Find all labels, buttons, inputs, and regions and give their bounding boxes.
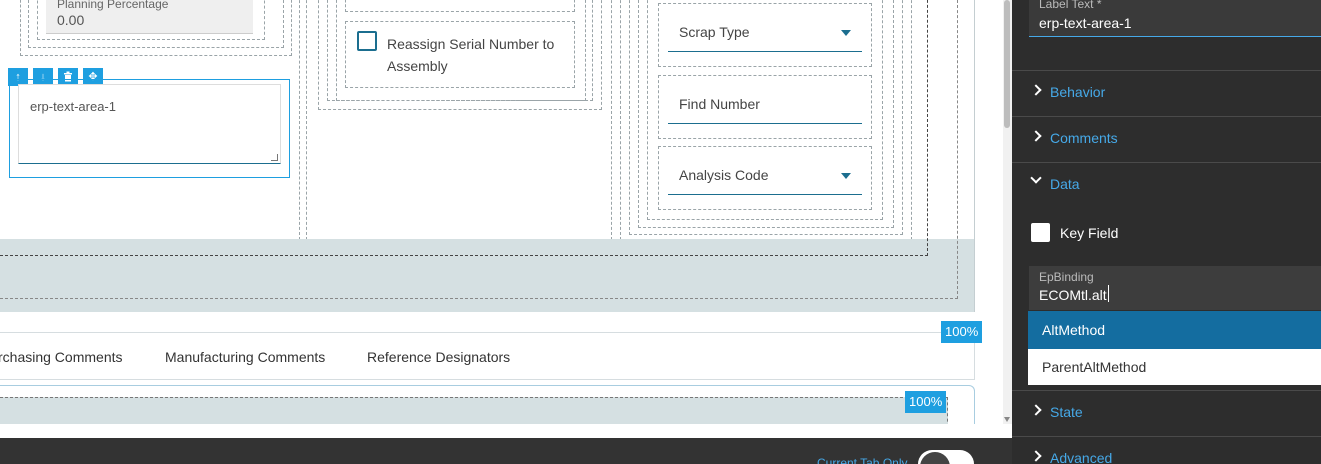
label-text-value: erp-text-area-1 <box>1039 15 1132 31</box>
ep-binding-value: ECOMtl.alt <box>1039 287 1107 303</box>
chevron-right-icon <box>1030 450 1042 462</box>
zoom-badge: 100% <box>905 391 947 413</box>
section-behavior[interactable]: Behavior <box>1012 70 1321 115</box>
section-data[interactable]: Data <box>1012 162 1321 207</box>
container-outline <box>0 0 958 299</box>
label-text-label: Label Text * <box>1039 0 1102 11</box>
chevron-right-icon <box>1030 84 1042 96</box>
section-advanced[interactable]: Advanced <box>1012 436 1321 464</box>
section-state[interactable]: State <box>1012 390 1321 435</box>
suggestion-altmethod[interactable]: AltMethod <box>1028 311 1321 349</box>
zoom-badge: 100% <box>941 321 983 343</box>
suggestion-label: ParentAltMethod <box>1042 359 1147 375</box>
toggle-knob <box>920 452 950 464</box>
spacer <box>0 424 1012 438</box>
current-tab-only-toggle[interactable] <box>918 450 974 464</box>
section-advanced-label: Advanced <box>1050 450 1113 464</box>
design-canvas: Planning Percentage 0.00 ↑ ↓ ✥ erp-text-… <box>0 0 1003 424</box>
label-text-field[interactable]: Label Text * erp-text-area-1 <box>1029 0 1321 37</box>
chevron-down-icon <box>1030 172 1042 184</box>
section-comments[interactable]: Comments <box>1012 116 1321 161</box>
container-outline <box>0 397 948 424</box>
spacer <box>0 312 1003 332</box>
section-data-label: Data <box>1050 176 1080 192</box>
key-field-checkbox[interactable] <box>1031 223 1050 242</box>
key-field-label: Key Field <box>1060 225 1119 241</box>
section-state-label: State <box>1050 404 1083 420</box>
scrollbar-thumb[interactable] <box>1004 0 1010 128</box>
divider <box>974 0 975 312</box>
bottom-bar: Current Tab Only <box>0 438 1012 464</box>
canvas-scrollbar[interactable] <box>1003 0 1012 424</box>
suggestion-label: AltMethod <box>1042 322 1106 338</box>
tab-manufacturing-comments[interactable]: Manufacturing Comments <box>165 349 325 365</box>
tab-reference-designators[interactable]: Reference Designators <box>367 349 510 365</box>
scroll-down-icon[interactable] <box>1004 417 1010 422</box>
suggestion-parentaltmethod[interactable]: ParentAltMethod <box>1028 349 1321 385</box>
ep-binding-label: EpBinding <box>1039 270 1094 284</box>
properties-panel: Label Text * erp-text-area-1 Behavior Co… <box>1012 0 1321 464</box>
tab-bar: rchasing Comments Manufacturing Comments… <box>0 332 975 380</box>
section-behavior-label: Behavior <box>1050 84 1106 100</box>
tab-purchasing-comments[interactable]: rchasing Comments <box>0 349 123 365</box>
text-cursor <box>1108 285 1109 302</box>
chevron-right-icon <box>1030 404 1042 416</box>
section-comments-label: Comments <box>1050 130 1118 146</box>
current-tab-only-label: Current Tab Only <box>817 457 908 464</box>
ep-binding-field[interactable]: EpBinding ECOMtl.alt <box>1029 266 1321 310</box>
chevron-right-icon <box>1030 130 1042 142</box>
